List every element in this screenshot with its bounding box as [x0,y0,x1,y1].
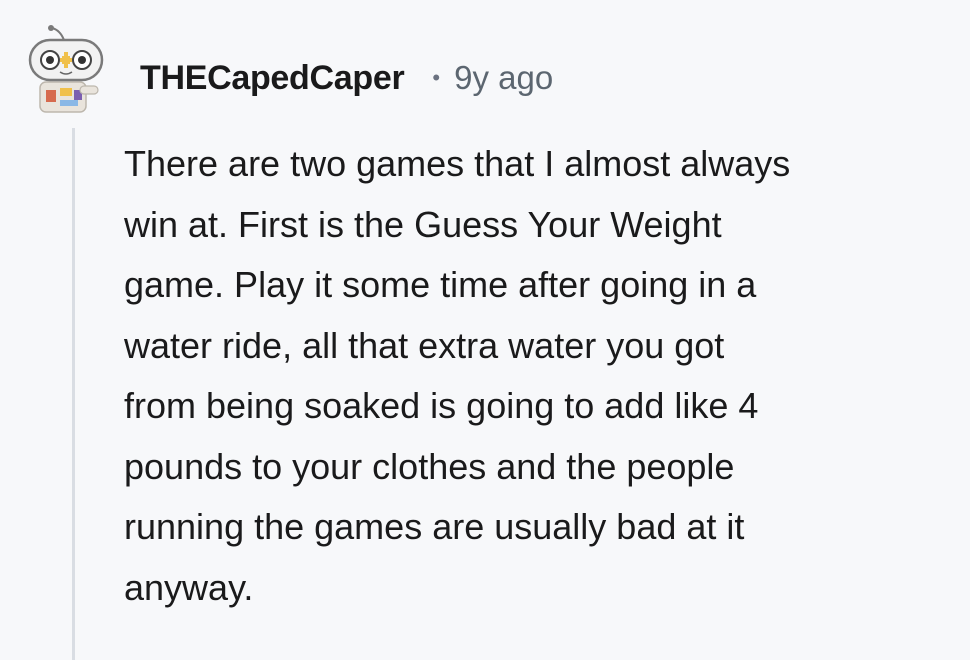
comment-body-line: anyway. [124,566,254,608]
comment-body: There are two games that I almost always… [124,134,954,618]
comment-body-line: win at. First is the Guess Your Weight [124,203,722,245]
comment-body-line: from being soaked is going to add like 4 [124,385,759,426]
comment-body-line: water ride, all that extra water you got [124,324,725,366]
comment-timestamp[interactable]: 9y ago [454,59,553,97]
thread-line[interactable] [72,128,75,660]
snoo-gamepad-avatar-icon[interactable] [20,20,120,120]
separator-dot: • [432,65,441,90]
comment-header: THECapedCaper • 9y ago [140,56,553,100]
comment-body-line: There are two games that I almost always [124,143,791,184]
comment-body-line: running the games are usually bad at it [124,506,745,547]
comment: THECapedCaper • 9y ago There are two gam… [0,0,970,660]
comment-body-line: pounds to your clothes and the people [124,445,735,487]
author-username[interactable]: THECapedCaper [140,59,405,98]
comment-body-line: game. Play it some time after going in a [124,264,757,305]
